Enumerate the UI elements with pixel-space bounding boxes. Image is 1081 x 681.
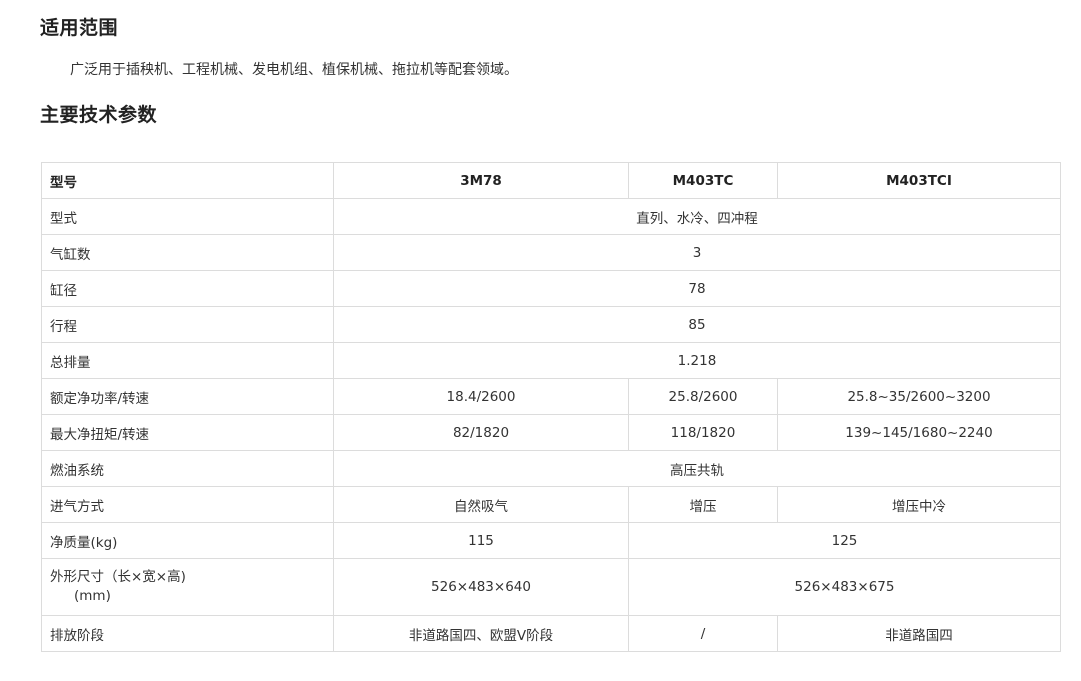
row-label-displacement: 总排量 [41, 342, 334, 379]
row-label-fuel: 燃油系统 [41, 450, 334, 487]
header-model-label: 型号 [41, 162, 334, 199]
row-label-emission: 排放阶段 [41, 615, 334, 652]
table-row: 气缸数 3 [41, 234, 1061, 271]
table-row: 净质量(kg) 115 125 [41, 522, 1061, 559]
cell-power-m403tc: 25.8/2600 [628, 378, 778, 415]
cell-cylinders: 3 [333, 234, 1061, 271]
page: 适用范围 广泛用于插秧机、工程机械、发电机组、植保机械、拖拉机等配套领域。 主要… [0, 0, 1081, 681]
cell-dimensions-3m78: 526×483×640 [333, 558, 629, 616]
row-label-torque: 最大净扭矩/转速 [41, 414, 334, 451]
table-row: 排放阶段 非道路国四、欧盟V阶段 / 非道路国四 [41, 615, 1061, 652]
cell-emission-m403tci: 非道路国四 [777, 615, 1061, 652]
table-row: 最大净扭矩/转速 82/1820 118/1820 139~145/1680~2… [41, 414, 1061, 451]
table-row: 总排量 1.218 [41, 342, 1061, 379]
row-label-stroke: 行程 [41, 306, 334, 343]
cell-bore: 78 [333, 270, 1061, 307]
cell-emission-m403tc: / [628, 615, 778, 652]
table-row: 燃油系统 高压共轨 [41, 450, 1061, 487]
table-header-row: 型号 3M78 M403TC M403TCI [41, 162, 1061, 199]
header-model-m403tc: M403TC [628, 162, 778, 199]
row-label-cylinders: 气缸数 [41, 234, 334, 271]
spec-table: 型号 3M78 M403TC M403TCI 型式 直列、水冷、四冲程 气缸数 … [41, 162, 1061, 652]
cell-mass-m403: 125 [628, 522, 1061, 559]
params-heading: 主要技术参数 [40, 104, 158, 126]
row-label-dimensions: 外形尺寸（长×宽×高) (mm) [41, 558, 334, 616]
cell-dimensions-m403: 526×483×675 [628, 558, 1061, 616]
cell-intake-m403tci: 增压中冷 [777, 486, 1061, 523]
cell-fuel: 高压共轨 [333, 450, 1061, 487]
cell-intake-3m78: 自然吸气 [333, 486, 629, 523]
header-model-m403tci: M403TCI [777, 162, 1061, 199]
cell-power-3m78: 18.4/2600 [333, 378, 629, 415]
row-label-intake: 进气方式 [41, 486, 334, 523]
cell-displacement: 1.218 [333, 342, 1061, 379]
table-row: 缸径 78 [41, 270, 1061, 307]
cell-power-m403tci: 25.8~35/2600~3200 [777, 378, 1061, 415]
table-row: 进气方式 自然吸气 增压 增压中冷 [41, 486, 1061, 523]
scope-description: 广泛用于插秧机、工程机械、发电机组、植保机械、拖拉机等配套领域。 [70, 62, 518, 78]
row-label-power: 额定净功率/转速 [41, 378, 334, 415]
table-row: 行程 85 [41, 306, 1061, 343]
row-label-mass: 净质量(kg) [41, 522, 334, 559]
table-row: 型式 直列、水冷、四冲程 [41, 198, 1061, 235]
cell-torque-m403tc: 118/1820 [628, 414, 778, 451]
cell-torque-m403tci: 139~145/1680~2240 [777, 414, 1061, 451]
table-row: 额定净功率/转速 18.4/2600 25.8/2600 25.8~35/260… [41, 378, 1061, 415]
cell-intake-m403tc: 增压 [628, 486, 778, 523]
cell-type: 直列、水冷、四冲程 [333, 198, 1061, 235]
cell-stroke: 85 [333, 306, 1061, 343]
table-row: 外形尺寸（长×宽×高) (mm) 526×483×640 526×483×675 [41, 558, 1061, 616]
row-label-type: 型式 [41, 198, 334, 235]
cell-emission-3m78: 非道路国四、欧盟V阶段 [333, 615, 629, 652]
cell-torque-3m78: 82/1820 [333, 414, 629, 451]
scope-heading: 适用范围 [40, 17, 119, 39]
row-label-bore: 缸径 [41, 270, 334, 307]
cell-mass-3m78: 115 [333, 522, 629, 559]
dimensions-label-line1: 外形尺寸（长×宽×高) [50, 569, 186, 585]
header-model-3m78: 3M78 [333, 162, 629, 199]
dimensions-label-unit: (mm) [74, 588, 111, 604]
